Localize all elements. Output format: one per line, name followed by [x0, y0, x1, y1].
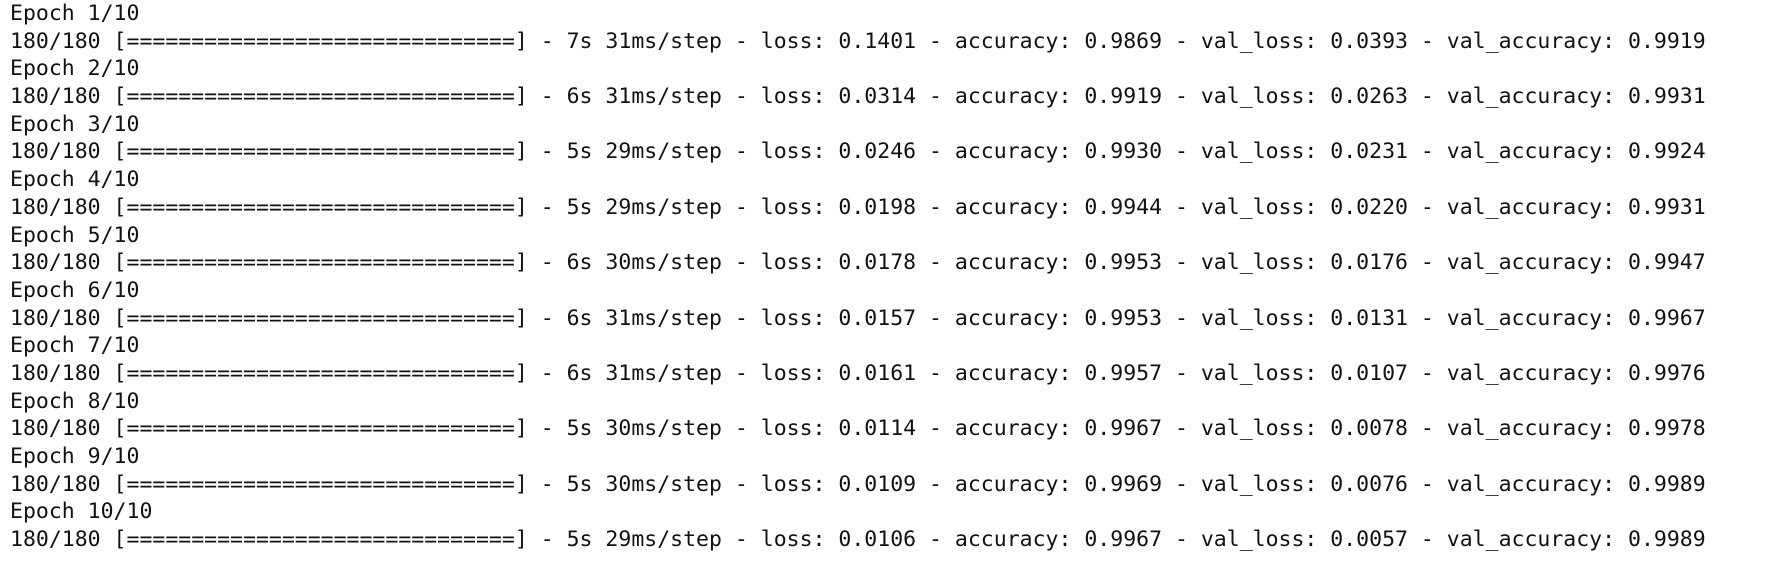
epoch-header: Epoch 6/10 [10, 277, 140, 303]
epoch-header: Epoch 1/10 [10, 1, 140, 26]
epoch-progress-line: 180/180 [==============================]… [10, 360, 1706, 386]
epoch-header: Epoch 8/10 [10, 388, 140, 414]
epoch-header: Epoch 2/10 [10, 56, 140, 82]
epoch-header: Epoch 4/10 [10, 167, 140, 193]
epoch-header: Epoch 9/10 [10, 444, 140, 469]
epoch-progress-line: 180/180 [==============================]… [10, 139, 1706, 165]
epoch-progress-line: 180/180 [==============================]… [10, 194, 1706, 220]
epoch-progress-line: 180/180 [==============================]… [10, 527, 1706, 553]
epoch-header: Epoch 7/10 [10, 333, 140, 359]
epoch-progress-line: 180/180 [==============================]… [10, 305, 1706, 331]
epoch-header: Epoch 3/10 [10, 111, 140, 137]
epoch-progress-line: 180/180 [==============================]… [10, 471, 1706, 497]
epoch-progress-line: 180/180 [==============================]… [10, 84, 1706, 110]
epoch-progress-line: 180/180 [==============================]… [10, 416, 1706, 442]
epoch-header: Epoch 5/10 [10, 222, 140, 248]
epoch-progress-line: 180/180 [==============================]… [10, 28, 1706, 54]
epoch-header: Epoch 10/10 [10, 499, 153, 525]
epoch-progress-line: 180/180 [==============================]… [10, 250, 1706, 276]
training-log-output: Epoch 1/10 180/180 [====================… [0, 0, 1784, 568]
